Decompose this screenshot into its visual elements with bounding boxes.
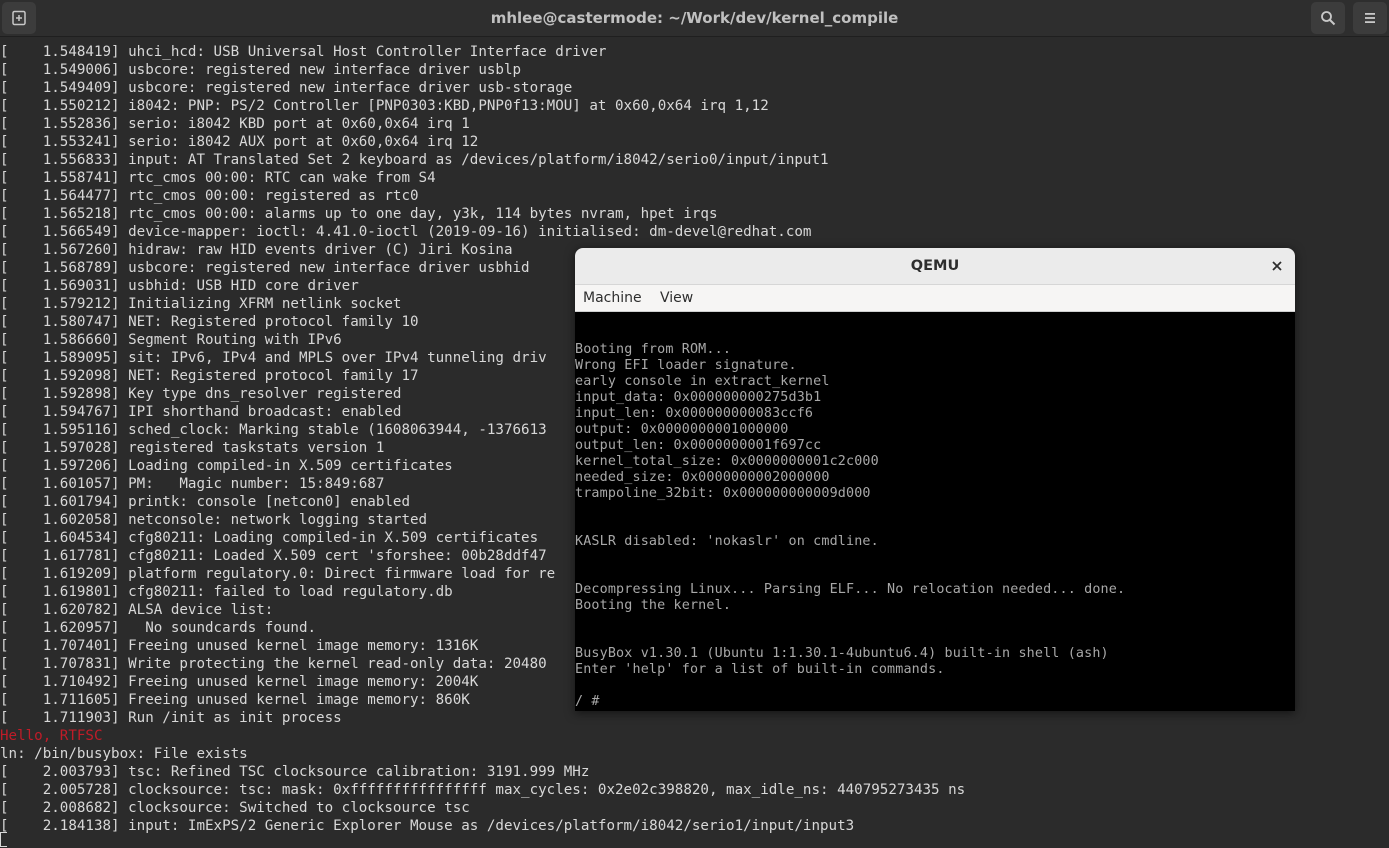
terminal-line: [ 1.568789] usbcore: registered new inte… [0, 260, 530, 276]
vga-console-line: input_len: 0x000000000083ccf6 [575, 406, 814, 421]
terminal-line: [ 1.594767] IPI shorthand broadcast: ena… [0, 404, 402, 420]
terminal-line: [ 1.710492] Freeing unused kernel image … [0, 674, 479, 690]
vga-console-line: Booting the kernel. [575, 598, 732, 613]
terminal-line: ln: /bin/busybox: File exists [0, 746, 248, 762]
search-button[interactable] [1311, 2, 1345, 34]
search-icon [1321, 11, 1336, 26]
terminal-line: [ 1.711605] Freeing unused kernel image … [0, 692, 470, 708]
terminal-line: [ 1.553241] serio: i8042 AUX port at 0x6… [0, 134, 479, 150]
vga-console-line: Decompressing Linux... Parsing ELF... No… [575, 582, 1126, 597]
terminal-line: [ 1.601794] printk: console [netcon0] en… [0, 494, 410, 510]
terminal-line: [ 1.597028] registered taskstats version… [0, 440, 385, 456]
terminal-line: Hello, RTFSC [0, 728, 103, 744]
terminal-line: [ 1.586660] Segment Routing with IPv6 [0, 332, 342, 348]
terminal-line: [ 1.564477] rtc_cmos 00:00: registered a… [0, 188, 419, 204]
terminal-line: [ 1.617781] cfg80211: Loaded X.509 cert … [0, 548, 547, 564]
vga-console-line: trampoline_32bit: 0x000000000009d000 [575, 486, 871, 501]
terminal-line: [ 1.592098] NET: Registered protocol fam… [0, 368, 419, 384]
terminal-line: [ 1.569031] usbhid: USB HID core driver [0, 278, 359, 294]
terminal-line: [ 1.565218] rtc_cmos 00:00: alarms up to… [0, 206, 718, 222]
terminal-titlebar: mhlee@castermode: ~/Work/dev/kernel_comp… [0, 0, 1389, 37]
terminal-line: [ 1.620782] ALSA device list: [0, 602, 274, 618]
terminal-line: [ 1.550212] i8042: PNP: PS/2 Controller … [0, 98, 769, 114]
terminal-cursor [0, 832, 7, 847]
terminal-line: [ 1.604534] cfg80211: Loading compiled-i… [0, 530, 539, 546]
terminal-line: [ 1.707401] Freeing unused kernel image … [0, 638, 479, 654]
vga-console-line: Wrong EFI loader signature. [575, 358, 797, 373]
vga-console-line: output_len: 0x0000000001f697cc [575, 438, 822, 453]
terminal-line: [ 1.589095] sit: IPv6, IPv4 and MPLS ove… [0, 350, 547, 366]
vga-console-line: Enter 'help' for a list of built-in comm… [575, 662, 945, 677]
terminal-line: [ 1.549006] usbcore: registered new inte… [0, 62, 522, 78]
qemu-close-button[interactable] [1267, 256, 1287, 276]
terminal-line: [ 1.597206] Loading compiled-in X.509 ce… [0, 458, 453, 474]
vga-console-line: needed_size: 0x0000000002000000 [575, 470, 830, 485]
terminal-line: [ 1.707831] Write protecting the kernel … [0, 656, 547, 672]
vga-console-line: kernel_total_size: 0x0000000001c2c000 [575, 454, 879, 469]
menu-view[interactable]: View [660, 285, 693, 311]
terminal-line: [ 1.595116] sched_clock: Marking stable … [0, 422, 547, 438]
qemu-title: QEMU [910, 258, 960, 274]
terminal-line: [ 1.602058] netconsole: network logging … [0, 512, 428, 528]
vga-console-line: Booting from ROM... [575, 342, 732, 357]
terminal-line: [ 1.619801] cfg80211: failed to load reg… [0, 584, 453, 600]
qemu-window[interactable]: QEMU Machine View Booting from ROM... Wro… [575, 248, 1295, 711]
terminal-line: [ 1.549409] usbcore: registered new inte… [0, 80, 573, 96]
vga-console-line: KASLR disabled: 'nokaslr' on cmdline. [575, 534, 879, 549]
terminal-line: [ 1.619209] platform regulatory.0: Direc… [0, 566, 556, 582]
hamburger-menu-icon [1365, 13, 1375, 23]
vga-console-line: BusyBox v1.30.1 (Ubuntu 1:1.30.1-4ubuntu… [575, 646, 1109, 661]
close-icon [1272, 261, 1282, 271]
terminal-line: [ 1.552836] serio: i8042 KBD port at 0x6… [0, 116, 470, 132]
vga-console-line: output: 0x0000000001000000 [575, 422, 789, 437]
terminal-line: [ 2.184138] input: ImExPS/2 Generic Expl… [0, 818, 855, 834]
terminal-line: [ 1.620957] No soundcards found. [0, 620, 317, 636]
terminal-line: [ 1.592898] Key type dns_resolver regist… [0, 386, 402, 402]
vga-console-line: / # [575, 694, 600, 709]
terminal-line: [ 1.566549] device-mapper: ioctl: 4.41.0… [0, 224, 812, 240]
terminal-line: [ 2.008682] clocksource: Switched to clo… [0, 800, 470, 816]
menu-machine[interactable]: Machine [583, 285, 642, 311]
qemu-vga-screen[interactable]: Booting from ROM... Wrong EFI loader sign… [575, 312, 1295, 711]
qemu-menubar: Machine View [575, 285, 1295, 312]
vga-console-line: early console in extract_kernel [575, 374, 830, 389]
terminal-line: [ 1.579212] Initializing XFRM netlink so… [0, 296, 402, 312]
terminal-line: [ 1.548419] uhci_hcd: USB Universal Host… [0, 44, 607, 60]
terminal-line: [ 2.005728] clocksource: tsc: mask: 0xff… [0, 782, 966, 798]
menu-button[interactable] [1353, 2, 1387, 34]
terminal-line: [ 1.556833] input: AT Translated Set 2 k… [0, 152, 829, 168]
terminal-line: [ 1.601057] PM: Magic number: 15:849:687 [0, 476, 385, 492]
terminal-line: [ 2.003793] tsc: Refined TSC clocksource… [0, 764, 590, 780]
terminal-line: [ 1.558741] rtc_cmos 00:00: RTC can wake… [0, 170, 436, 186]
vga-console-line: input_data: 0x000000000275d3b1 [575, 390, 822, 405]
terminal-line: [ 1.711903] Run /init as init process [0, 710, 342, 726]
terminal-line: [ 1.567260] hidraw: raw HID events drive… [0, 242, 513, 258]
terminal-title: mhlee@castermode: ~/Work/dev/kernel_comp… [490, 9, 899, 27]
terminal-line: [ 1.580747] NET: Registered protocol fam… [0, 314, 419, 330]
qemu-titlebar[interactable]: QEMU [575, 248, 1295, 285]
